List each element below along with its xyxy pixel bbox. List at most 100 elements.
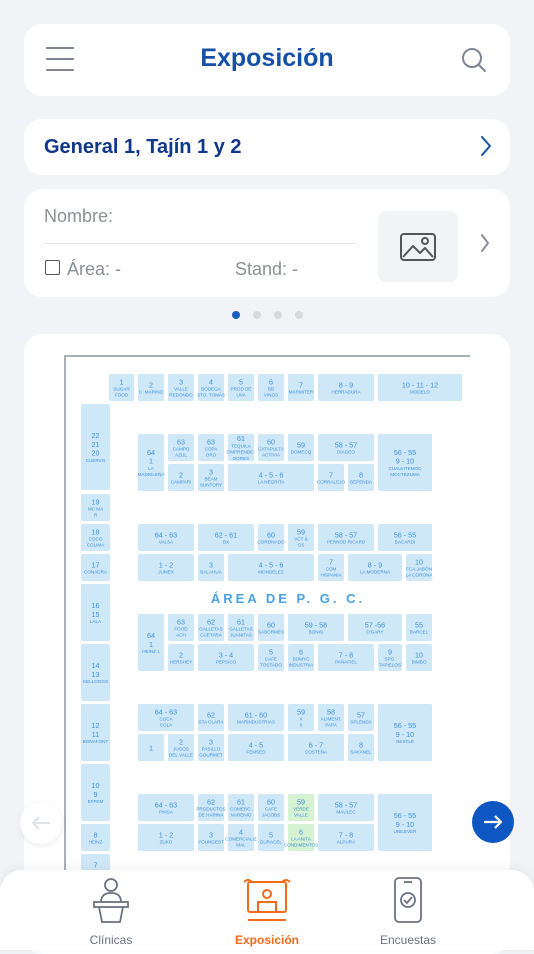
booth[interactable]: 4 - 5 - 6MONDELEZ [228,554,314,581]
booth[interactable]: 1SUGARFOOD [109,374,134,401]
booth[interactable]: 7CORRALEJO [317,464,346,491]
booth[interactable]: 4COMERCIALIZMAL [225,824,257,851]
booth[interactable]: 17CONADRA [81,554,110,581]
booth[interactable]: 109EFFEM [81,764,110,821]
booth[interactable]: 63FOODACH [168,614,194,641]
event-selector[interactable]: General 1, Tajín 1 y 2 [24,119,510,175]
booth[interactable]: 8HEINZ [81,824,110,851]
tab-exposicion[interactable]: Exposición [207,876,327,947]
booth[interactable]: 7 - 8ALPURA [318,824,374,851]
booth[interactable]: 56 - 55BACARDI [378,524,432,551]
booth[interactable]: 60CATAPULTAACTIVIA [258,434,285,461]
booth[interactable]: 222120CUERVO [81,404,110,490]
page-dot[interactable] [273,311,282,319]
booth[interactable]: 5CAFETOSTADO [258,644,284,671]
tab-clinicas[interactable]: Clínicas [51,876,171,947]
booth[interactable]: 4 - 5FEMSED [228,734,284,761]
booth[interactable]: 6BOMYCINDUSTRIA [288,644,314,671]
booth[interactable]: 2HERSHEY [168,644,194,671]
booth[interactable]: 55BARCEL [406,614,432,641]
booth[interactable]: 8SAKANEL [348,734,374,761]
booth[interactable]: 3VALLEREDONDO [168,374,194,401]
booth[interactable]: 59 - 58BONIG [288,614,344,641]
next-page-button[interactable] [472,801,514,843]
booth[interactable]: 62 - 61BX [198,524,254,551]
booth[interactable]: 62PRODUCTOSDE HARINA [196,794,226,821]
booth[interactable]: 3PASILLOGOURMET [198,734,224,761]
booth[interactable]: 59VCT &GS [288,524,314,551]
booth[interactable]: 64 - 63COCACOLA [138,704,194,731]
tab-encuestas[interactable]: Encuestas [348,876,468,947]
booth[interactable]: 62GALLETASCUETARA [198,614,224,641]
booth[interactable]: 60CORONADO [257,524,285,551]
booth[interactable]: 6LA ANITACONDIMENTOS [284,824,318,851]
booth[interactable]: 59VERDEVALLE [288,794,314,821]
area-checkbox[interactable] [45,260,60,275]
booth[interactable]: 63CAMPOAZUL [168,434,194,461]
previous-page-button[interactable] [20,802,62,844]
page-dot[interactable] [231,311,240,319]
floor-map[interactable]: ÁREA DE P. G. C. 1 SUGAR FOOD 2 C. MARINO 3 VA… [24,334,510,954]
booth[interactable]: 1211BONAFONT [81,704,110,761]
booth[interactable]: 61GALLETASJUANITAS [228,614,254,641]
booth[interactable]: 6BBVINOS [258,374,284,401]
booth[interactable]: 60SABORMEX [258,614,284,641]
booth[interactable]: 63COPAORO [198,434,224,461]
booth[interactable]: 641LAMADRILEÑA [138,434,166,491]
booth[interactable]: 1 - 2ZUKO [138,824,194,851]
booth[interactable]: 10FCA.JABÓNLA CORONA [406,554,434,581]
booth[interactable]: 8BEPENDA [348,464,374,491]
booth[interactable]: 3 - 4PEPSICO [198,644,254,671]
booth[interactable]: 8 - 9HERRADURA [318,374,374,401]
booth[interactable]: 3BEAMSUNTORY [198,464,224,491]
image-button[interactable] [378,211,458,282]
booth[interactable]: 7COMHISPANIA [318,554,344,581]
booth[interactable]: 59XX [288,704,314,731]
booth[interactable]: 2C. MARINO [138,374,164,401]
booth[interactable]: 60CAFEJACOBS [258,794,284,821]
booth[interactable]: 2JUGOSDEL VALLE [168,734,194,761]
booth[interactable]: 64 - 63VALSA [138,524,194,551]
booth[interactable]: 61TEQUILA EMPRENDE-DORES [227,434,255,461]
booth[interactable]: 641HEINZ 1 [138,614,164,671]
booth[interactable]: 59DOMECQ [288,434,314,461]
booth[interactable]: 56 - 559 - 10CUAUHTEMOCMOCTEZUMA [378,434,432,491]
booth[interactable]: 1615LALA [81,584,110,641]
booth[interactable]: 3YOUNGEST [198,824,224,851]
booth[interactable]: 56 - 559 - 10UNILEVER [378,794,432,851]
booth[interactable]: 58ALIMENT.PAPA [318,704,344,731]
booth[interactable]: 57SPLENDA [348,704,374,731]
booth[interactable]: 10 - 11 - 12MODELO [378,374,462,401]
booth[interactable]: 10BIMBO [406,644,432,671]
page-dot[interactable] [252,311,261,319]
booth[interactable]: 6 - 7COSTEÑA [288,734,344,761]
page-dot[interactable] [294,311,303,319]
booth[interactable]: 61COMERC.NARENIO [228,794,254,821]
chevron-right-icon[interactable] [480,233,490,253]
booth[interactable]: 1 - 2JUMEX [138,554,194,581]
booth[interactable]: 4 - 5 - 6LA NEGRITA [228,464,314,491]
booth[interactable]: 57 -56D'GARY [348,614,402,641]
booth[interactable]: 19MC MAR [81,494,110,521]
booth[interactable]: 18COCOCOLIMA [81,524,110,551]
booth[interactable]: 5PROD DEUVA [228,374,254,401]
booth[interactable]: 3BALAHUA [198,554,224,581]
booth[interactable]: 58 - 57PERNOD RICARD [318,524,374,551]
booth[interactable]: 4BODEGASTO. TOMÁS [197,374,225,401]
booth[interactable]: 7MARMITER [288,374,314,401]
booth[interactable]: 58 - 57DIAGEO [318,434,374,461]
booth-label: SUGAR [113,387,130,392]
booth[interactable]: 1413KELLOGGS [81,644,110,701]
booth[interactable]: 5DURACEL [258,824,284,851]
booth[interactable]: 61 - 60MARINDUSTRIAS [228,704,284,731]
booth[interactable]: 1 [138,734,164,761]
search-icon[interactable] [460,46,488,74]
booth[interactable]: 64 - 63PINSA [138,794,194,821]
booth[interactable]: 9SPO.TAPIELOS [378,644,402,671]
booth[interactable]: 56 - 559 - 10NESTLÉ [378,704,432,761]
booth[interactable]: 2CAMPARI [168,464,194,491]
booth[interactable]: 62STA CLARA [198,704,224,731]
booth[interactable]: 58 - 57MAULEC [318,794,374,821]
booth[interactable]: 8 - 9LA MODERNA [348,554,402,581]
booth[interactable]: 7 - 8PAÑAFIEL [318,644,374,671]
